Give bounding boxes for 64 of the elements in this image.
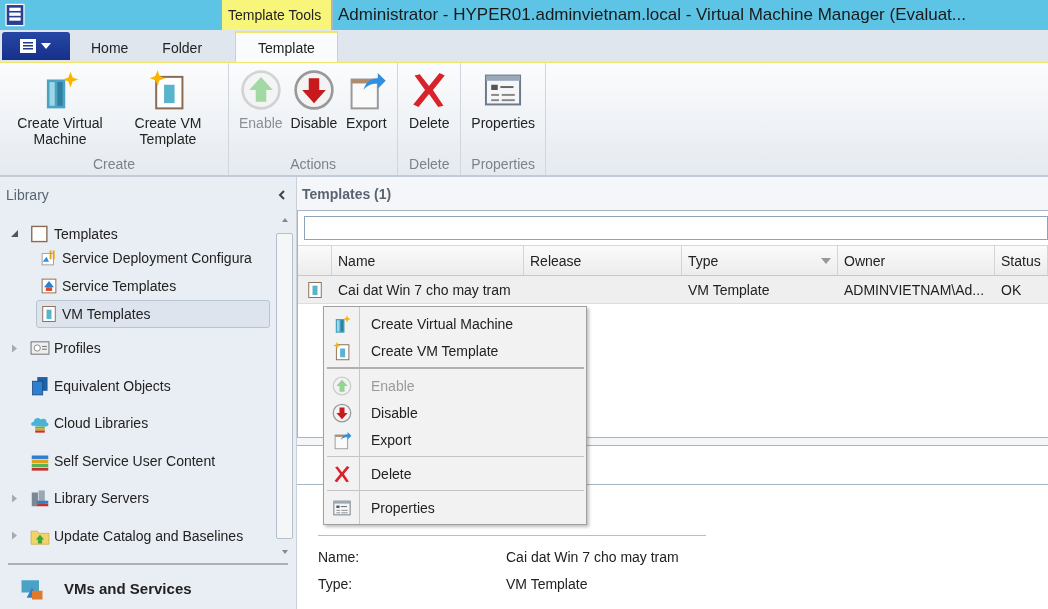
ribbon-tab[interactable]: Template <box>235 31 338 62</box>
template-icon <box>305 279 325 300</box>
tree-item[interactable]: Update Catalog and Baselines <box>28 521 249 550</box>
menu-item[interactable]: Create VM Template <box>324 337 586 364</box>
copies-icon <box>29 374 51 397</box>
ribbon-button[interactable]: Create Virtual Machine <box>8 67 112 156</box>
detail-label: Type: <box>318 576 354 594</box>
column-header[interactable]: Release <box>524 246 682 275</box>
group-label: Properties <box>471 156 536 172</box>
menu-item[interactable]: Disable <box>324 399 586 426</box>
delete-icon <box>332 463 352 484</box>
detail-value: VM Template <box>506 576 588 594</box>
group-label: Delete <box>409 156 450 172</box>
collapse-icon[interactable] <box>278 190 286 200</box>
tree-item[interactable]: Self Service User Content <box>28 446 221 475</box>
pane-title: Library <box>6 187 49 203</box>
group-label: Create <box>93 156 135 172</box>
column-header[interactable]: Type <box>682 246 838 275</box>
ribbon-button[interactable]: Export <box>343 67 390 156</box>
scroll-up-icon[interactable] <box>280 217 289 223</box>
ribbon-button[interactable]: Delete <box>406 67 453 156</box>
tree-item[interactable]: Equivalent Objects <box>28 371 176 400</box>
ribbon-button[interactable]: Create VM Template <box>116 67 220 156</box>
expanded-arrow-icon[interactable] <box>9 229 19 239</box>
window-icon <box>332 497 352 518</box>
service-icon <box>39 275 59 296</box>
template-icon <box>39 303 59 324</box>
ribbon-button[interactable]: Disable <box>288 67 340 156</box>
collapsed-arrow-icon[interactable] <box>9 493 19 503</box>
table-cell-text: OK <box>1000 281 1023 298</box>
tree-item[interactable]: Profiles <box>28 334 106 363</box>
menu-item[interactable]: Create Virtual Machine <box>324 310 586 337</box>
menu-item[interactable]: Properties <box>324 494 586 521</box>
tree-item[interactable]: Service Templates <box>36 271 276 300</box>
table-cell-text: Cai dat Win 7 cho may tram <box>337 281 512 298</box>
column-header[interactable]: Status <box>995 246 1048 275</box>
tree-item[interactable]: Library Servers <box>28 484 154 513</box>
column-header[interactable]: Name <box>332 246 524 275</box>
search-field[interactable] <box>304 216 1048 240</box>
scroll-down-icon[interactable] <box>280 548 289 555</box>
list-title: Templates (1) <box>301 185 393 204</box>
ribbon-button[interactable]: Properties <box>469 67 538 156</box>
app-icon <box>2 2 28 28</box>
workspace-button[interactable]: VMs and Services <box>0 564 296 609</box>
detail-value: Cai dat Win 7 cho may tram <box>506 549 679 567</box>
ribbon-tab[interactable]: Home <box>74 34 146 62</box>
collapsed-arrow-icon[interactable] <box>9 531 19 541</box>
table-row[interactable]: Cai dat Win 7 cho may tram VM Template ADMINVIETNAM\Ad... OK <box>298 276 1048 304</box>
menu-item[interactable]: Export <box>324 426 586 453</box>
window-title: Administrator - HYPER01.adminvietnam.local - Virtual Machine Manager (Evaluat... <box>337 4 966 26</box>
collapsed-arrow-icon[interactable] <box>9 343 19 353</box>
sort-arrow-icon <box>821 257 831 264</box>
detail-label: Name: <box>318 549 361 567</box>
tree-item[interactable]: Cloud Libraries <box>28 409 154 438</box>
ribbon-tab[interactable]: Folder <box>145 34 220 62</box>
contextual-tab-group: Template Tools <box>222 0 333 30</box>
menu-item[interactable]: Delete <box>324 460 586 487</box>
file-menu-button[interactable] <box>2 32 70 60</box>
group-label: Actions <box>290 156 337 172</box>
table-cell-text: VM Template <box>687 281 771 298</box>
menu-icon <box>19 38 53 54</box>
tree-item[interactable]: VM Templates <box>36 299 270 328</box>
column-header[interactable]: Owner <box>838 246 995 275</box>
table-cell-text: ADMINVIETNAM\Ad... <box>843 281 986 298</box>
